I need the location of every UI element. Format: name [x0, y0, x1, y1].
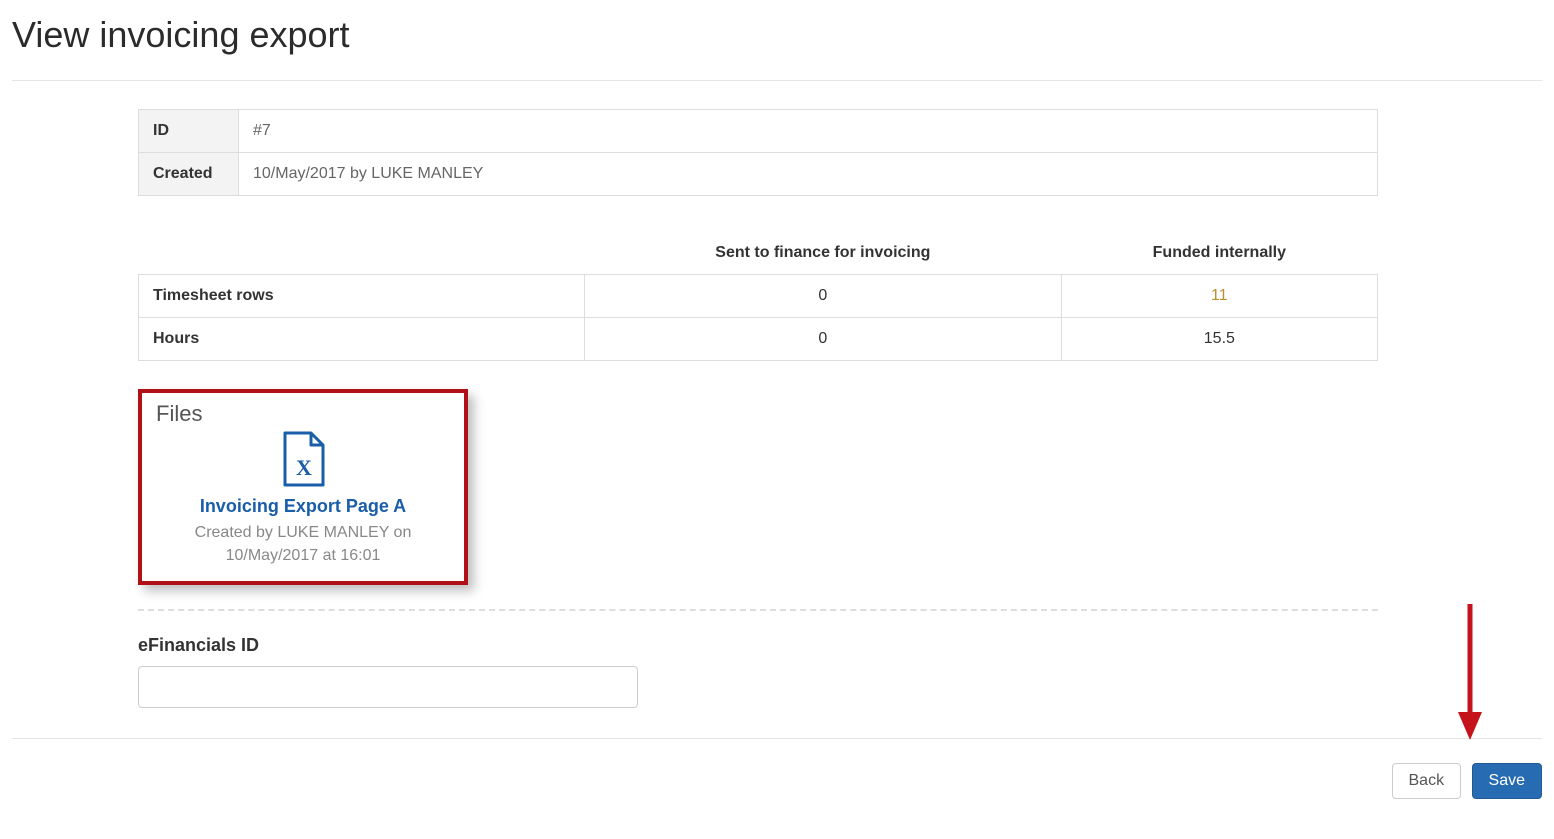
detail-row-created: Created 10/May/2017 by LUKE MANLEY	[139, 153, 1378, 196]
efinancials-input[interactable]	[138, 666, 638, 708]
stats-row-label: Timesheet rows	[139, 275, 585, 318]
files-card: Files X Invoicing Export Page A Created …	[138, 389, 468, 585]
stats-table: Sent to finance for invoicing Funded int…	[138, 232, 1378, 361]
excel-file-icon[interactable]: X	[156, 431, 450, 492]
file-name-link[interactable]: Invoicing Export Page A	[156, 496, 450, 517]
stats-col-blank	[139, 232, 585, 275]
table-row: Timesheet rows 0 11	[139, 275, 1378, 318]
annotation-arrow-icon	[1456, 600, 1484, 745]
page-title: View invoicing export	[12, 14, 1542, 56]
efinancials-group: eFinancials ID	[138, 635, 1378, 708]
details-table: ID #7 Created 10/May/2017 by LUKE MANLEY	[138, 109, 1378, 196]
stats-row-funded: 15.5	[1061, 318, 1377, 361]
file-meta: Created by LUKE MANLEY on 10/May/2017 at…	[156, 521, 450, 567]
detail-row-id: ID #7	[139, 110, 1378, 153]
stats-col-sent: Sent to finance for invoicing	[585, 232, 1062, 275]
save-button[interactable]: Save	[1472, 763, 1542, 799]
stats-row-funded[interactable]: 11	[1061, 275, 1377, 318]
divider	[12, 80, 1542, 81]
stats-col-funded: Funded internally	[1061, 232, 1377, 275]
detail-id-label: ID	[139, 110, 239, 153]
detail-created-value: 10/May/2017 by LUKE MANLEY	[239, 153, 1378, 196]
detail-created-label: Created	[139, 153, 239, 196]
detail-id-value: #7	[239, 110, 1378, 153]
stats-row-label: Hours	[139, 318, 585, 361]
table-row: Hours 0 15.5	[139, 318, 1378, 361]
efinancials-label: eFinancials ID	[138, 635, 1378, 656]
back-button[interactable]: Back	[1392, 763, 1462, 799]
stats-row-sent: 0	[585, 275, 1062, 318]
svg-text:X: X	[296, 455, 312, 480]
stats-row-sent: 0	[585, 318, 1062, 361]
files-heading: Files	[156, 401, 450, 427]
